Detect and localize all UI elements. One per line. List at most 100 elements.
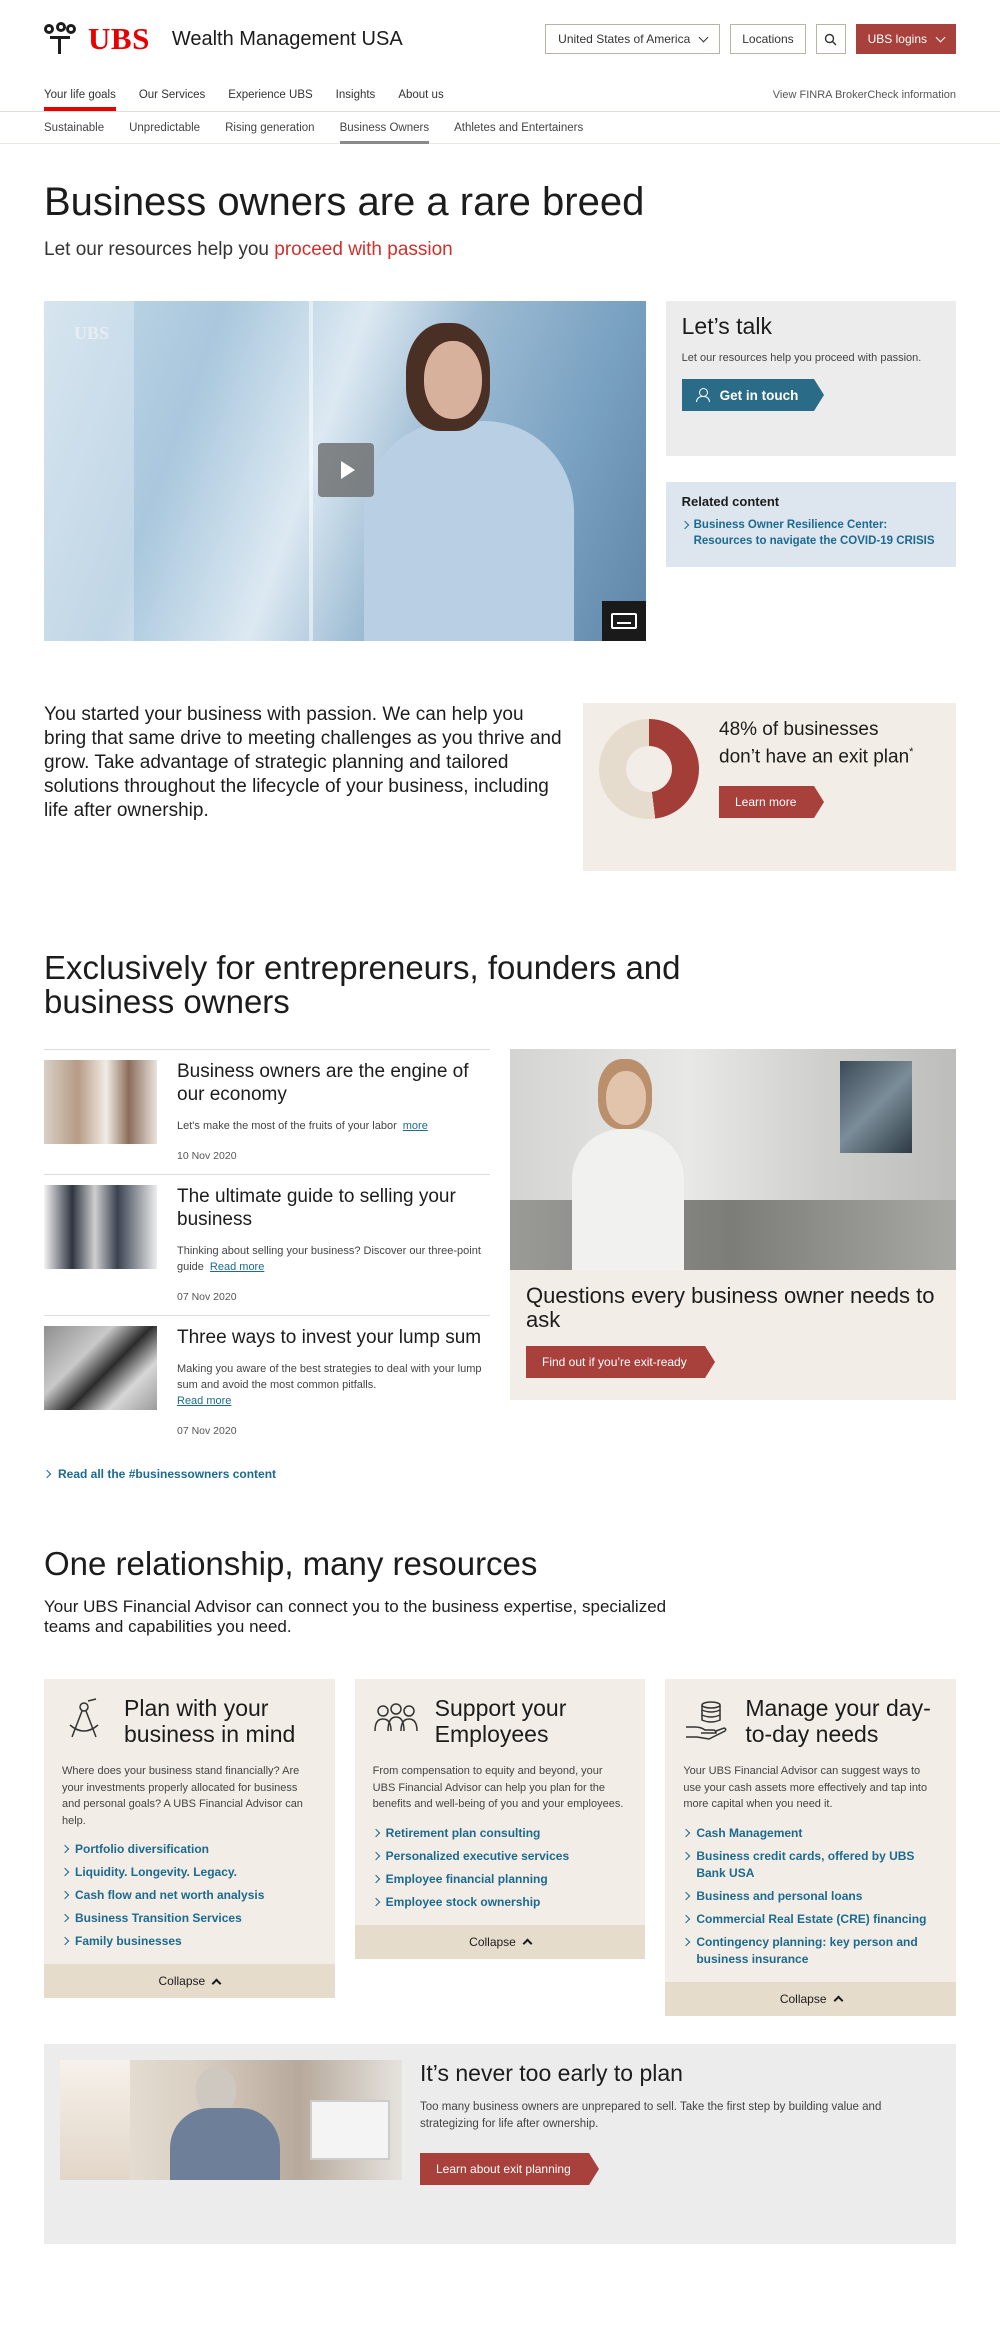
glass-pane [309,301,313,641]
subnav-item-business-owners[interactable]: Business Owners [339,112,430,144]
article-title[interactable]: The ultimate guide to selling your busin… [177,1185,490,1231]
brand[interactable]: UBS Wealth Management USA [44,21,403,57]
card-link[interactable]: Family businesses [60,1933,317,1950]
nav-item-experience[interactable]: Experience UBS [228,78,312,111]
chevron-right-icon [682,1937,691,1946]
card-link-label: Business credit cards, offered by UBS Ba… [696,1848,915,1880]
video-player[interactable]: UBS [44,301,646,641]
card-title: Plan with your business in mind [124,1695,296,1747]
article-read-more-link[interactable]: Read more [177,1395,231,1407]
read-all-link[interactable]: Read all the #businessowners content [42,1467,956,1481]
card-link[interactable]: Employee stock ownership [371,1894,628,1911]
article-desc-text: Making you aware of the best strategies … [177,1363,482,1391]
plan-text: Too many business owners are unprepared … [420,2100,882,2130]
logins-button[interactable]: UBS logins [855,24,956,54]
exit-ready-button[interactable]: Find out if you’re exit-ready [526,1346,715,1378]
ubs-keys-icon [44,22,78,56]
card-link-label: Personalized executive services [385,1848,570,1863]
passion-section: You started your business with passion. … [44,703,956,871]
hero-subtitle: Let our resources help you proceed with … [44,239,956,261]
card-desc: Your UBS Financial Advisor can suggest w… [683,1765,928,1810]
card-link[interactable]: Personalized executive services [371,1848,628,1865]
nav-item-life-goals[interactable]: Your life goals [44,78,116,111]
article-desc-text: Let's make the most of the fruits of you… [177,1120,397,1132]
card-link[interactable]: Contingency planning: key person and bus… [682,1934,938,1968]
search-button[interactable] [815,24,846,54]
subnav-item-rising-generation[interactable]: Rising generation [225,112,315,143]
card-link[interactable]: Business Transition Services [60,1910,317,1927]
feature-image [510,1049,956,1270]
card-link-label: Cash Management [696,1825,803,1840]
feature-card: Questions every business owner needs to … [510,1049,956,1449]
read-all-label: Read all the #businessowners content [58,1467,277,1481]
article-item[interactable]: The ultimate guide to selling your busin… [44,1174,490,1315]
page: UBS Wealth Management USA United States … [0,0,1000,2333]
lets-talk-box: Let’s talk Let our resources help you pr… [665,301,956,456]
related-link[interactable]: Business Owner Resilience Center: Resour… [680,517,940,549]
card-link[interactable]: Retirement plan consulting [371,1825,628,1842]
article-item[interactable]: Three ways to invest your lump sum Makin… [44,1315,490,1449]
chevron-down-icon [698,32,709,42]
card-link[interactable]: Commercial Real Estate (CRE) financing [682,1911,938,1928]
subnav-item-sustainable[interactable]: Sustainable [44,112,104,143]
chevron-up-icon [211,1978,222,1988]
article-title[interactable]: Three ways to invest your lump sum [177,1326,490,1349]
subnav-item-unpredictable[interactable]: Unpredictable [129,112,200,143]
nav-item-about[interactable]: About us [398,78,443,111]
subnav-item-athletes[interactable]: Athletes and Entertainers [454,112,583,143]
card-link[interactable]: Business and personal loans [682,1888,938,1905]
exclusive-title: Exclusively for entrepreneurs, founders … [44,949,681,1020]
finra-link[interactable]: View FINRA BrokerCheck information [773,78,956,111]
article-title[interactable]: Business owners are the engine of our ec… [177,1060,490,1106]
resource-cards: Plan with your business in mind Where do… [44,1679,957,2016]
nav-item-insights[interactable]: Insights [336,78,376,111]
article-thumbnail [44,1060,157,1144]
card-link[interactable]: Employee financial planning [371,1871,628,1888]
article-read-more-link[interactable]: Read more [210,1261,264,1273]
locations-button[interactable]: Locations [730,24,806,54]
card-link-label: Business Transition Services [75,1911,242,1925]
article-date: 07 Nov 2020 [177,1291,237,1303]
resource-card: Plan with your business in mind Where do… [44,1679,335,1998]
chevron-right-icon [682,1891,691,1900]
donut-chart [599,719,699,819]
stat-box: 48% of businesses don’t have an exit pla… [583,703,956,871]
chevron-right-icon [42,1469,52,1479]
collapse-label: Collapse [469,1934,516,1949]
search-icon [824,33,837,45]
card-link-label: Cash flow and net worth analysis [75,1888,265,1902]
country-select[interactable]: United States of America [545,24,721,54]
article-item[interactable]: Business owners are the engine of our ec… [44,1049,490,1174]
sub-nav: Sustainable Unpredictable Rising generat… [0,112,1000,144]
chevron-right-icon [60,1913,70,1923]
card-link[interactable]: Liquidity. Longevity. Legacy. [60,1864,317,1881]
country-select-value: United States of America [558,32,691,46]
exit-planning-button[interactable]: Learn about exit planning [420,2152,599,2185]
chevron-right-icon [680,520,689,530]
people-icon [373,1703,418,1732]
learn-more-button[interactable]: Learn more [719,786,825,819]
collapse-button[interactable]: Collapse [665,1981,957,2016]
article-desc: Making you aware of the best strategies … [177,1361,490,1409]
resources-title: One relationship, many resources [44,1545,538,1582]
chevron-right-icon [682,1851,691,1860]
article-more-link[interactable]: more [403,1120,428,1132]
play-icon[interactable] [318,443,374,497]
chevron-right-icon [60,1936,70,1946]
card-link[interactable]: Business credit cards, offered by UBS Ba… [682,1848,938,1882]
card-link[interactable]: Cash flow and net worth analysis [60,1887,317,1904]
collapse-label: Collapse [779,1991,827,2006]
captions-icon[interactable] [601,601,646,641]
nav-item-services[interactable]: Our Services [139,78,205,111]
card-link[interactable]: Cash Management [682,1825,938,1842]
lets-talk-text: Let our resources help you proceed with … [681,352,922,364]
chevron-right-icon [371,1828,380,1837]
collapse-button[interactable]: Collapse [354,1924,646,1959]
main-nav: Your life goals Our Services Experience … [0,78,1000,112]
related-content-box: Related content Business Owner Resilienc… [665,482,956,567]
card-desc: From compensation to equity and beyond, … [372,1765,624,1810]
get-in-touch-button[interactable]: Get in touch [681,379,825,411]
collapse-button[interactable]: Collapse [44,1964,335,1998]
chevron-right-icon [371,1851,380,1860]
card-link[interactable]: Portfolio diversification [60,1841,317,1858]
